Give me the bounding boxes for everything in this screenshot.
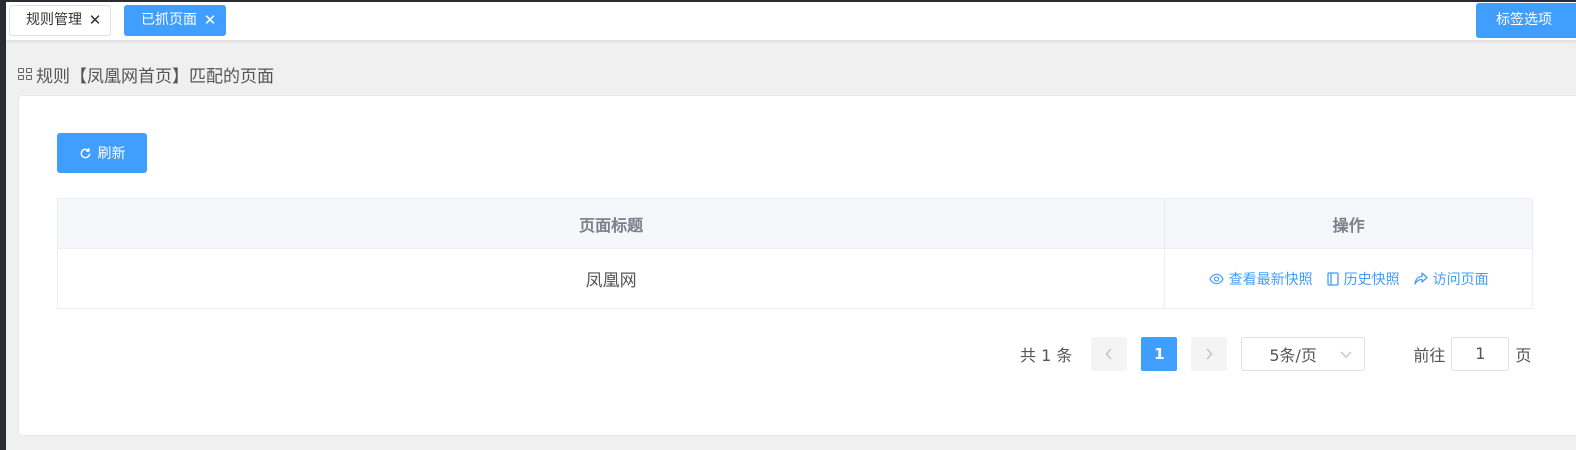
book-icon bbox=[1326, 271, 1339, 286]
content-card: 刷新 页面标题 操作 凤凰网 查看最新快照 历史快照 访问页面 共 1 条 1 … bbox=[18, 95, 1576, 436]
column-header-actions: 操作 bbox=[1164, 198, 1533, 249]
refresh-button[interactable]: 刷新 bbox=[57, 133, 147, 173]
pagination: 共 1 条 1 5条/页 前往 1 页 bbox=[1020, 336, 1531, 372]
table-row: 凤凰网 查看最新快照 历史快照 访问页面 bbox=[57, 248, 1533, 309]
view-latest-snapshot-link[interactable]: 查看最新快照 bbox=[1208, 269, 1313, 289]
goto-page: 前往 1 页 bbox=[1413, 337, 1531, 371]
eye-icon bbox=[1208, 273, 1224, 284]
cell-actions: 查看最新快照 历史快照 访问页面 bbox=[1164, 248, 1533, 309]
goto-page-input[interactable]: 1 bbox=[1451, 337, 1510, 371]
pages-table: 页面标题 操作 凤凰网 查看最新快照 历史快照 访问页面 bbox=[57, 198, 1533, 309]
close-icon[interactable]: ✕ bbox=[88, 6, 102, 35]
history-snapshot-label: 历史快照 bbox=[1343, 271, 1400, 288]
view-latest-snapshot-label: 查看最新快照 bbox=[1228, 271, 1313, 288]
page-suffix: 页 bbox=[1515, 346, 1532, 365]
tab-rule-management[interactable]: 规则管理 ✕ bbox=[9, 5, 111, 36]
page-size-value: 5条/页 bbox=[1269, 346, 1317, 365]
grid-icon bbox=[18, 67, 34, 82]
visit-page-label: 访问页面 bbox=[1432, 271, 1489, 288]
total-count: 共 1 条 bbox=[1020, 346, 1073, 365]
refresh-label: 刷新 bbox=[97, 146, 126, 162]
refresh-icon bbox=[80, 147, 90, 158]
history-snapshot-link[interactable]: 历史快照 bbox=[1326, 269, 1400, 289]
chevron-left-icon bbox=[1105, 348, 1112, 360]
goto-label: 前往 bbox=[1413, 346, 1446, 365]
tab-options-label: 标签选项 bbox=[1496, 12, 1552, 28]
page-size-select[interactable]: 5条/页 bbox=[1241, 337, 1366, 371]
tab-options-button[interactable]: 标签选项 bbox=[1476, 3, 1576, 38]
close-icon[interactable]: ✕ bbox=[203, 6, 217, 35]
chevron-down-icon bbox=[1340, 351, 1352, 358]
app-frame: 规则管理 ✕ 已抓页面 ✕ 标签选项 规则【凤凰网首页】匹配的页面 刷新 页面标… bbox=[6, 2, 1576, 450]
prev-page-button[interactable] bbox=[1091, 337, 1128, 371]
tab-bar: 规则管理 ✕ 已抓页面 ✕ 标签选项 bbox=[6, 2, 1576, 40]
visit-page-link[interactable]: 访问页面 bbox=[1413, 269, 1489, 289]
cell-page-title: 凤凰网 bbox=[57, 248, 1166, 309]
column-header-title: 页面标题 bbox=[57, 198, 1166, 249]
page-title: 规则【凤凰网首页】匹配的页面 bbox=[18, 62, 274, 87]
chevron-right-icon bbox=[1206, 348, 1213, 360]
share-icon bbox=[1413, 272, 1428, 285]
tab-crawled-pages[interactable]: 已抓页面 ✕ bbox=[124, 5, 226, 36]
page-title-text: 规则【凤凰网首页】匹配的页面 bbox=[36, 67, 274, 87]
next-page-button[interactable] bbox=[1191, 337, 1228, 371]
page-number-1[interactable]: 1 bbox=[1141, 337, 1178, 371]
tab-label: 已抓页面 bbox=[141, 12, 197, 28]
tab-label: 规则管理 bbox=[26, 12, 82, 28]
table-header-row: 页面标题 操作 bbox=[57, 198, 1533, 249]
